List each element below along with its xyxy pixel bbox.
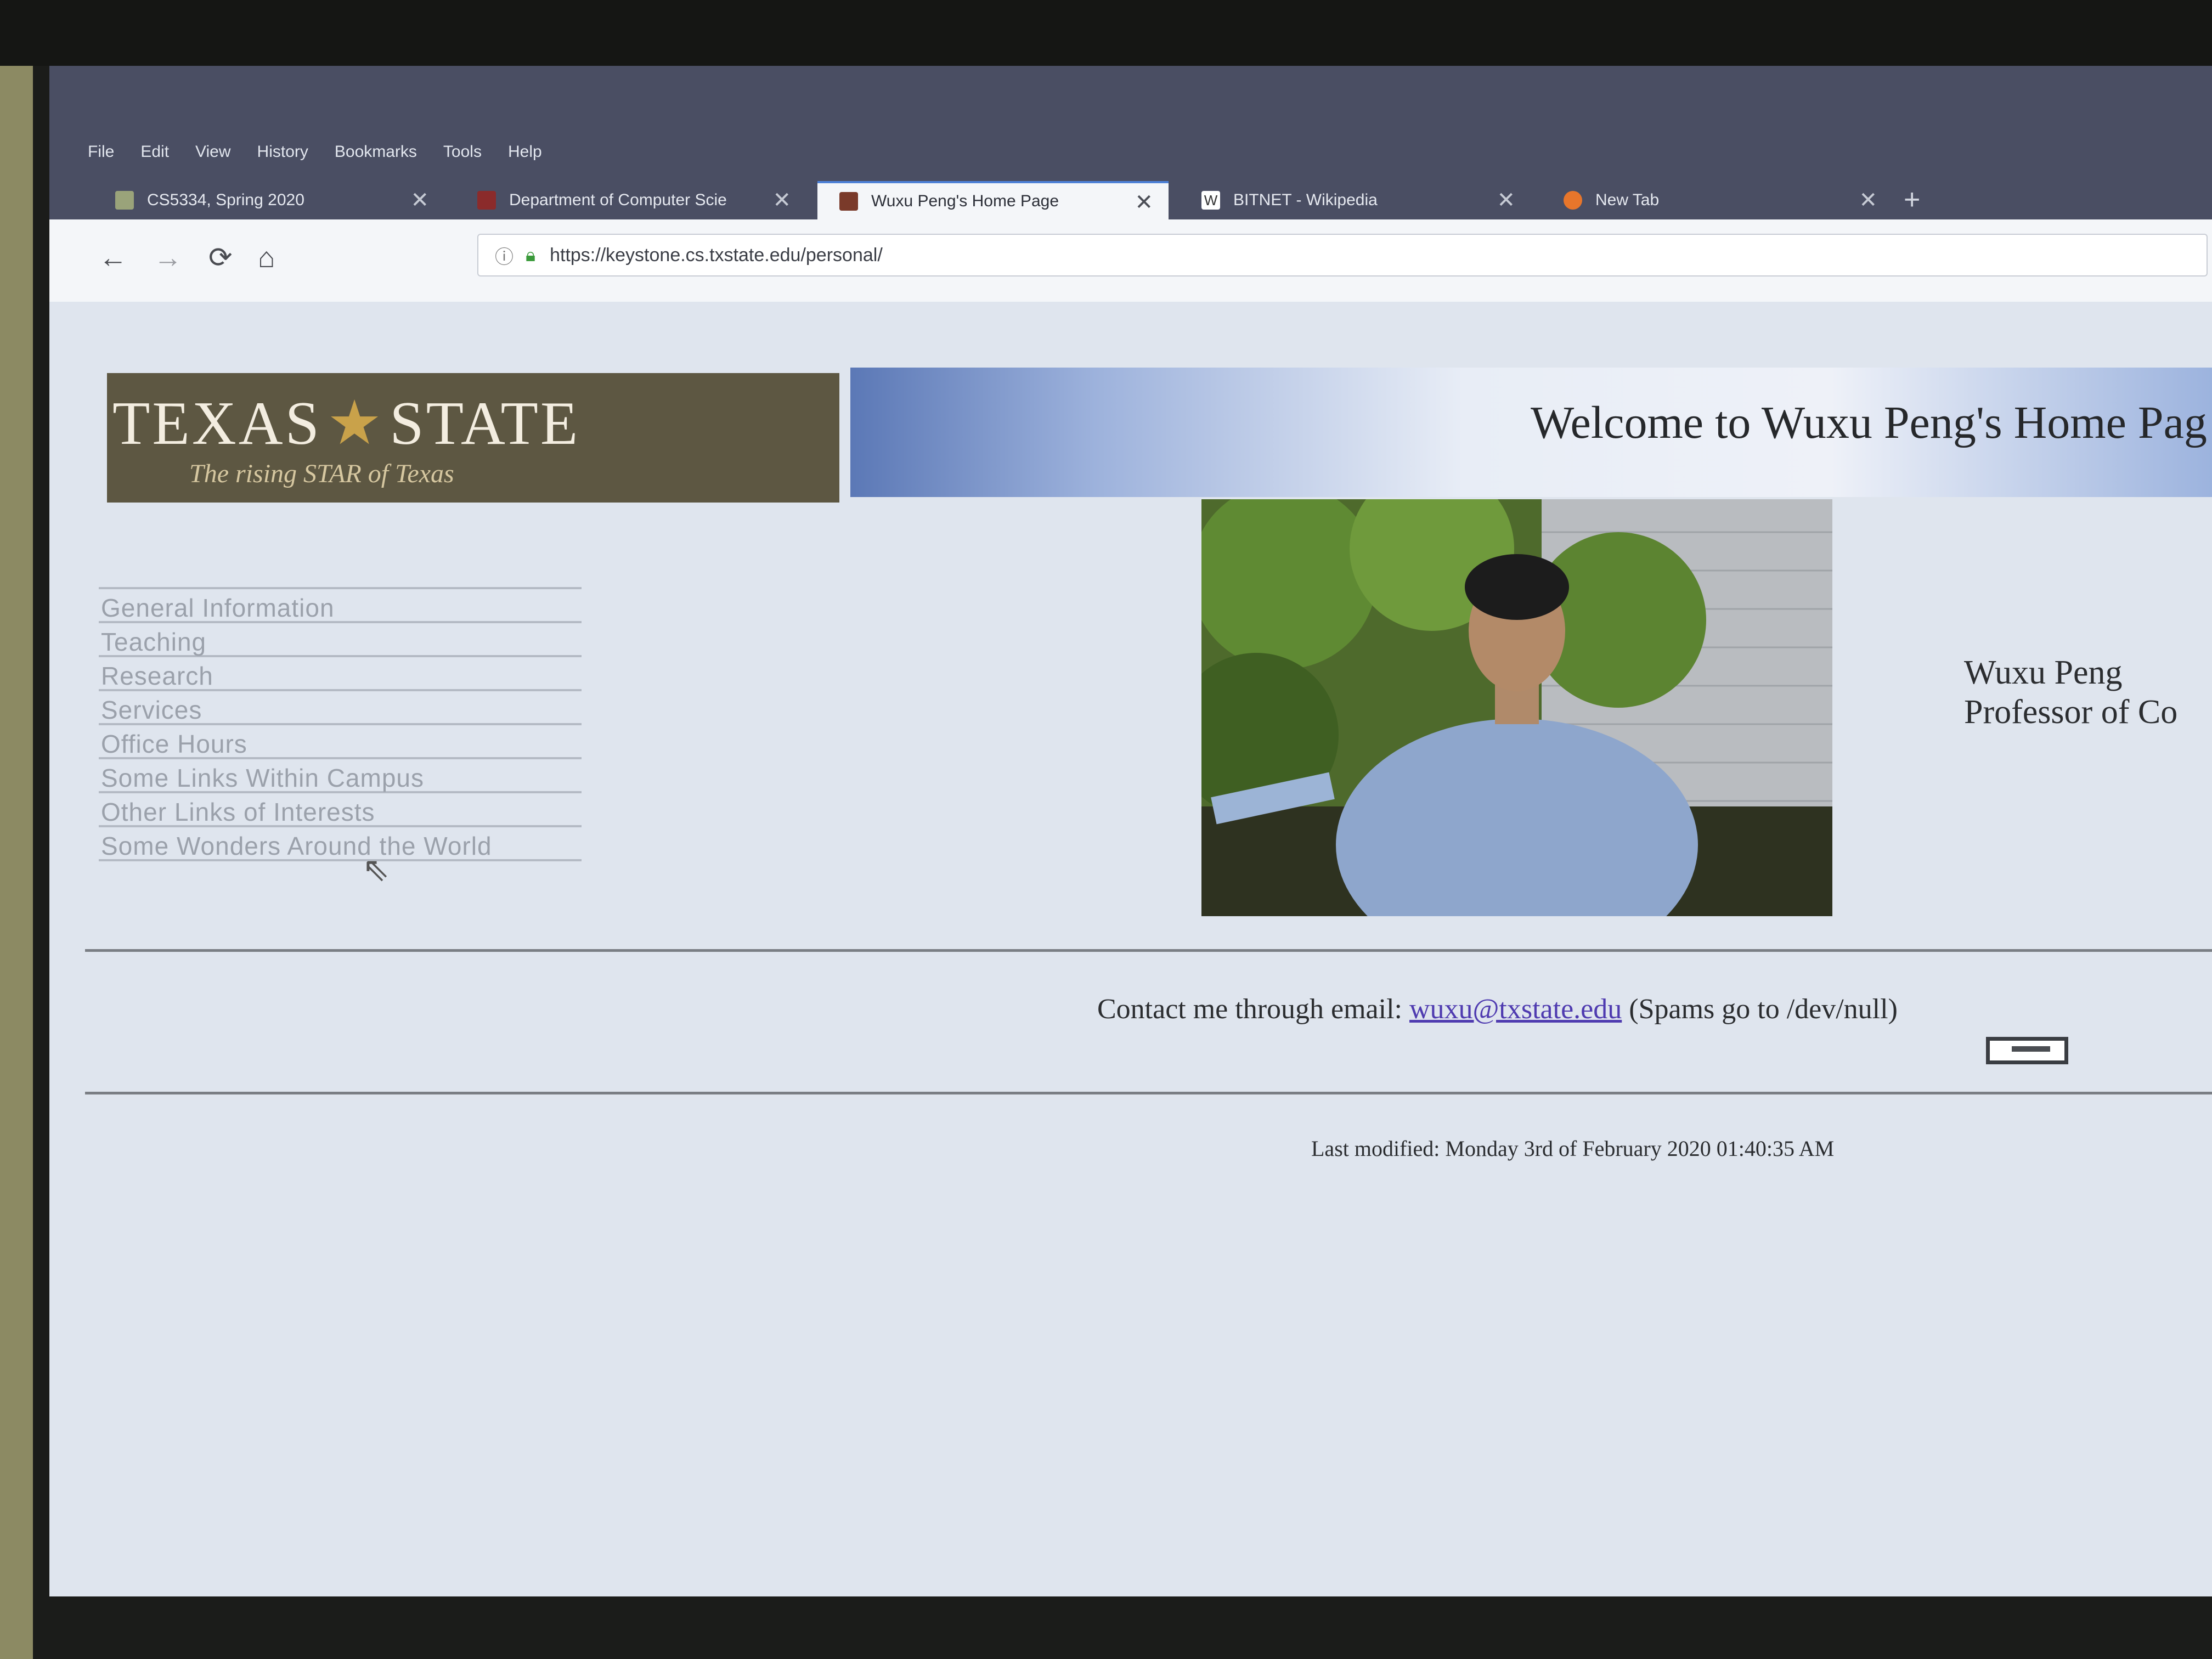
monitor-screen: File Edit View History Bookmarks Tools H… (49, 66, 2212, 1596)
sidebar-navigation: General Information Teaching Research Se… (99, 587, 582, 861)
tab-cs5334[interactable]: CS5334, Spring 2020 ✕ (93, 181, 444, 219)
close-icon[interactable]: ✕ (1135, 190, 1153, 215)
wall-background (0, 0, 33, 1659)
horizontal-rule (85, 1092, 2212, 1094)
close-icon[interactable]: ✕ (1859, 188, 1877, 213)
email-link[interactable]: wuxu@txstate.edu (1409, 994, 1622, 1025)
close-icon[interactable]: ✕ (772, 188, 791, 213)
tab-strip: CS5334, Spring 2020 ✕ Department of Comp… (82, 181, 2211, 219)
close-icon[interactable]: ✕ (1497, 188, 1515, 213)
contact-suffix: (Spams go to /dev/null) (1629, 994, 1898, 1025)
profile-name: Wuxu Peng (1964, 654, 2123, 691)
menu-bar: File Edit View History Bookmarks Tools H… (88, 143, 542, 176)
menu-view[interactable]: View (195, 143, 230, 176)
nav-link-other-links[interactable]: Other Links of Interests (99, 791, 582, 826)
nav-link-general-information[interactable]: General Information (99, 587, 582, 622)
tab-label: New Tab (1595, 191, 1660, 209)
tab-wuxu-peng-home[interactable]: Wuxu Peng's Home Page ✕ (817, 181, 1169, 219)
profile-title: Professor of Co (1964, 693, 2178, 731)
logo-text-state: STATE (390, 390, 580, 458)
last-modified: Last modified: Monday 3rd of February 20… (1311, 1136, 1835, 1161)
monitor-bezel (0, 0, 2212, 66)
tab-new-tab[interactable]: New Tab ✕ (1542, 181, 1893, 219)
reload-button[interactable]: ⟳ (208, 241, 233, 274)
navigation-bar: ← → ⟳ ⌂ ⓘ 🔒︎ https://keystone.cs.txstate… (49, 219, 2212, 302)
favicon-icon (115, 191, 134, 210)
profile-photo (1201, 499, 1832, 916)
menu-bookmarks[interactable]: Bookmarks (335, 143, 417, 176)
logo-text-texas: TEXAS (112, 390, 321, 458)
nav-link-wonders[interactable]: Some Wonders Around the World (99, 825, 582, 860)
page-title: Welcome to Wuxu Peng's Home Pag (1531, 397, 2207, 448)
lock-icon: 🔒︎ (526, 244, 536, 266)
star-icon: ★ (326, 390, 385, 458)
favicon-icon (477, 191, 496, 210)
tab-label: Department of Computer Scie (509, 191, 727, 209)
home-button[interactable]: ⌂ (258, 241, 275, 274)
web-page: TEXAS★STATE The rising STAR of Texas Wel… (49, 302, 2212, 1596)
welcome-banner: Welcome to Wuxu Peng's Home Pag (850, 368, 2212, 497)
menu-edit[interactable]: Edit (140, 143, 169, 176)
tab-department[interactable]: Department of Computer Scie ✕ (455, 181, 806, 219)
menu-help[interactable]: Help (508, 143, 542, 176)
wikipedia-icon: W (1201, 191, 1220, 210)
contact-prefix: Contact me through email: (1097, 994, 1402, 1025)
mail-icon[interactable] (1986, 1037, 2068, 1064)
address-bar[interactable]: ⓘ 🔒︎ https://keystone.cs.txstate.edu/per… (477, 234, 2208, 276)
url-text: https://keystone.cs.txstate.edu/personal… (550, 244, 883, 266)
texas-state-logo[interactable]: TEXAS★STATE The rising STAR of Texas (107, 373, 839, 503)
profile-info: Wuxu Peng Professor of Co (1964, 653, 2177, 732)
menu-history[interactable]: History (257, 143, 308, 176)
menu-file[interactable]: File (88, 143, 114, 176)
back-button[interactable]: ← (99, 241, 127, 274)
close-icon[interactable]: ✕ (410, 188, 429, 213)
new-tab-button[interactable]: + (1904, 183, 1920, 216)
nav-link-campus-links[interactable]: Some Links Within Campus (99, 757, 582, 792)
info-icon[interactable]: ⓘ (495, 242, 514, 269)
nav-link-office-hours[interactable]: Office Hours (99, 723, 582, 758)
nav-link-research[interactable]: Research (99, 655, 582, 690)
tab-bitnet-wikipedia[interactable]: W BITNET - Wikipedia ✕ (1180, 181, 1531, 219)
nav-link-teaching[interactable]: Teaching (99, 621, 582, 656)
favicon-icon (839, 192, 858, 211)
tab-label: Wuxu Peng's Home Page (871, 192, 1059, 210)
logo-tagline: The rising STAR of Texas (189, 459, 454, 488)
menu-tools[interactable]: Tools (443, 143, 482, 176)
horizontal-rule (85, 949, 2212, 952)
firefox-icon (1564, 191, 1582, 210)
forward-button[interactable]: → (154, 241, 182, 274)
mouse-cursor-icon: ⇖ (362, 851, 390, 888)
contact-line: Contact me through email: wuxu@txstate.e… (1097, 993, 1898, 1025)
tab-label: CS5334, Spring 2020 (147, 191, 304, 209)
logo-wordmark: TEXAS★STATE (112, 387, 580, 459)
nav-link-services[interactable]: Services (99, 689, 582, 724)
tab-label: BITNET - Wikipedia (1233, 191, 1378, 209)
